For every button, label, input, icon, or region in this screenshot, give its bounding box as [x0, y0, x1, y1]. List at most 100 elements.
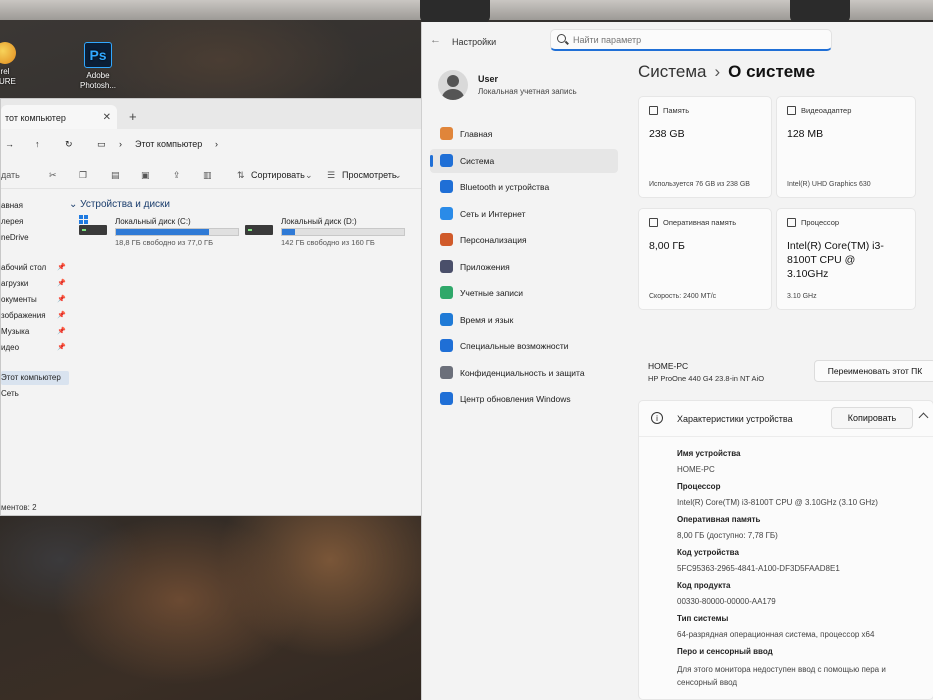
- storage-card[interactable]: Память 238 GB Используется 76 GB из 238 …: [638, 96, 772, 198]
- rename-pc-button[interactable]: Переименовать этот ПК: [814, 360, 933, 382]
- chevron-up-icon[interactable]: [918, 412, 929, 423]
- sidebar-item-label: Центр обновления Windows: [460, 394, 571, 404]
- search-input[interactable]: [573, 33, 823, 47]
- sidebar-item-shield[interactable]: Конфиденциальность и защита: [430, 361, 618, 385]
- sidebar-item-home[interactable]: Главная: [430, 122, 618, 146]
- address-path[interactable]: Этот компьютер: [135, 139, 202, 149]
- sidebar-item-apps[interactable]: Приложения: [430, 255, 618, 279]
- processor-card[interactable]: Процессор Intel(R) Core(TM) i3-8100T CPU…: [776, 208, 916, 310]
- nav-item-videos[interactable]: идео 📌: [1, 341, 69, 355]
- graphics-card[interactable]: Видеоадаптер 128 MB Intel(R) UHD Graphic…: [776, 96, 916, 198]
- spec-label: Тип системы: [677, 614, 729, 623]
- avatar: [438, 70, 468, 100]
- breadcrumb-separator: ›: [714, 62, 721, 81]
- desktop-icon-photoshop[interactable]: Ps Adobe Photosh...: [73, 42, 123, 91]
- device-specs-panel: i Характеристики устройства Копировать И…: [638, 400, 933, 700]
- nav-item-pictures[interactable]: зображения 📌: [1, 309, 69, 323]
- nav-item-home[interactable]: авная: [1, 199, 69, 213]
- monitor-bezel: [0, 0, 933, 24]
- devices-group-title[interactable]: ⌄ Устройства и диски: [69, 199, 170, 210]
- device-specs-title: Характеристики устройства: [677, 414, 793, 424]
- copy-button[interactable]: Копировать: [831, 407, 913, 429]
- sidebar-item-label: Время и язык: [460, 314, 514, 325]
- back-arrow-icon[interactable]: →: [5, 139, 14, 149]
- card-value: 128 MB: [787, 128, 824, 140]
- drive-usage-bar: [115, 228, 239, 236]
- delete-icon[interactable]: ▥: [203, 170, 212, 181]
- sidebar-item-bluetooth[interactable]: Bluetooth и устройства: [430, 175, 618, 199]
- up-arrow-icon[interactable]: ↑: [35, 139, 40, 149]
- card-value: Intel(R) Core(TM) i3-8100T CPU @ 3.10GHz: [787, 240, 884, 280]
- desktop-icon-corel[interactable]: rel TURE: [0, 42, 30, 87]
- time-language-icon: [440, 312, 453, 326]
- search-box[interactable]: [550, 29, 832, 51]
- sidebar-item-label: Приложения: [460, 261, 510, 272]
- view-button[interactable]: Просмотреть: [342, 170, 397, 180]
- settings-window: ← Настройки User Локальная учетная запис…: [421, 22, 933, 700]
- sidebar-item-label: Система: [460, 155, 495, 166]
- paste-icon[interactable]: ▤: [111, 170, 120, 181]
- home-icon: [440, 127, 453, 140]
- sidebar-item-time-language[interactable]: Время и язык: [430, 308, 618, 332]
- share-icon[interactable]: ⇪: [173, 170, 181, 181]
- apps-icon: [440, 259, 453, 273]
- device-specs-header[interactable]: i Характеристики устройства Копировать: [639, 401, 933, 437]
- sidebar-item-label: Персонализация: [460, 235, 527, 245]
- nav-item-label: агрузки: [1, 279, 29, 288]
- sidebar-item-brush[interactable]: Персонализация: [430, 228, 618, 252]
- user-name: User: [478, 74, 499, 84]
- explorer-content: ⌄ Устройства и диски Локальный диск (C:)…: [67, 195, 422, 495]
- rename-icon[interactable]: ▣: [141, 170, 150, 181]
- update-icon: [440, 392, 453, 405]
- explorer-nav-pane: авная лерея neDrive абочий стол 📌 агрузки…: [1, 195, 71, 495]
- nav-item-this-pc[interactable]: Этот компьютер: [1, 371, 69, 385]
- pin-icon: 📌: [57, 264, 66, 271]
- brush-icon: [440, 233, 453, 246]
- pin-icon: 📌: [57, 328, 66, 335]
- copy-icon[interactable]: ❐: [79, 170, 87, 181]
- explorer-tab[interactable]: тот компьютер ✕: [1, 105, 117, 129]
- nav-item-documents[interactable]: окументы 📌: [1, 293, 69, 307]
- processor-icon: [787, 218, 796, 227]
- cut-icon[interactable]: ✂: [49, 170, 57, 181]
- drive-name: Локальный диск (D:): [281, 217, 357, 226]
- card-title: Процессор: [801, 218, 840, 227]
- settings-title-bar: ← Настройки: [422, 22, 933, 56]
- pc-model: HP ProOne 440 G4 23.8-in NT AiO: [648, 374, 765, 383]
- sidebar-item-accessibility[interactable]: Специальные возможности: [430, 334, 618, 358]
- drive-free-space: 18,8 ГБ свободно из 77,0 ГБ: [115, 238, 214, 247]
- nav-item-desktop[interactable]: абочий стол 📌: [1, 261, 69, 275]
- sort-button[interactable]: Сортировать: [251, 170, 305, 180]
- spec-value: Для этого монитора недоступен ввод с пом…: [677, 665, 886, 687]
- drive-d[interactable]: Локальный диск (D:) 142 ГБ свободно из 1…: [245, 217, 405, 247]
- user-account-block[interactable]: User Локальная учетная запись: [438, 70, 628, 110]
- card-title: Память: [663, 106, 690, 115]
- breadcrumb: Система › О системе: [638, 62, 815, 82]
- nav-item-downloads[interactable]: агрузки 📌: [1, 277, 69, 291]
- ram-card[interactable]: Оперативная память 8,00 ГБ Скорость: 240…: [638, 208, 772, 310]
- nav-item-gallery[interactable]: лерея: [1, 215, 69, 229]
- card-subtitle: Intel(R) UHD Graphics 630: [787, 181, 871, 188]
- nav-item-music[interactable]: Музыка 📌: [1, 325, 69, 339]
- monitor-clip: [790, 0, 850, 24]
- graphics-icon: [787, 106, 796, 115]
- spec-label: Процессор: [677, 482, 721, 491]
- nav-item-network[interactable]: Сеть: [1, 387, 69, 401]
- sidebar-item-system[interactable]: Система: [430, 148, 618, 173]
- drive-c[interactable]: Локальный диск (C:) 18,8 ГБ свободно из …: [79, 215, 239, 247]
- new-tab-icon[interactable]: +: [129, 109, 137, 124]
- spec-value: 00330-80000-00000-AA179: [677, 597, 776, 606]
- close-icon[interactable]: ✕: [103, 112, 111, 123]
- nav-item-onedrive[interactable]: neDrive: [1, 231, 69, 245]
- refresh-icon[interactable]: ↻: [65, 139, 73, 150]
- sidebar-item-accounts[interactable]: Учетные записи: [430, 281, 618, 305]
- sidebar-item-label: Специальные возможности: [460, 341, 569, 351]
- sidebar-item-network[interactable]: Сеть и Интернет: [430, 202, 618, 226]
- nav-item-label: лерея: [1, 217, 24, 226]
- back-arrow-icon[interactable]: ←: [430, 34, 441, 46]
- spec-value: 5FC95363-2965-4841-A100-DF3D5FAAD8E1: [677, 564, 840, 573]
- breadcrumb-parent[interactable]: Система: [638, 62, 706, 81]
- create-button[interactable]: дать: [1, 170, 20, 180]
- sidebar-item-update[interactable]: Центр обновления Windows: [430, 387, 618, 411]
- sidebar-item-label: Сеть и Интернет: [460, 208, 526, 219]
